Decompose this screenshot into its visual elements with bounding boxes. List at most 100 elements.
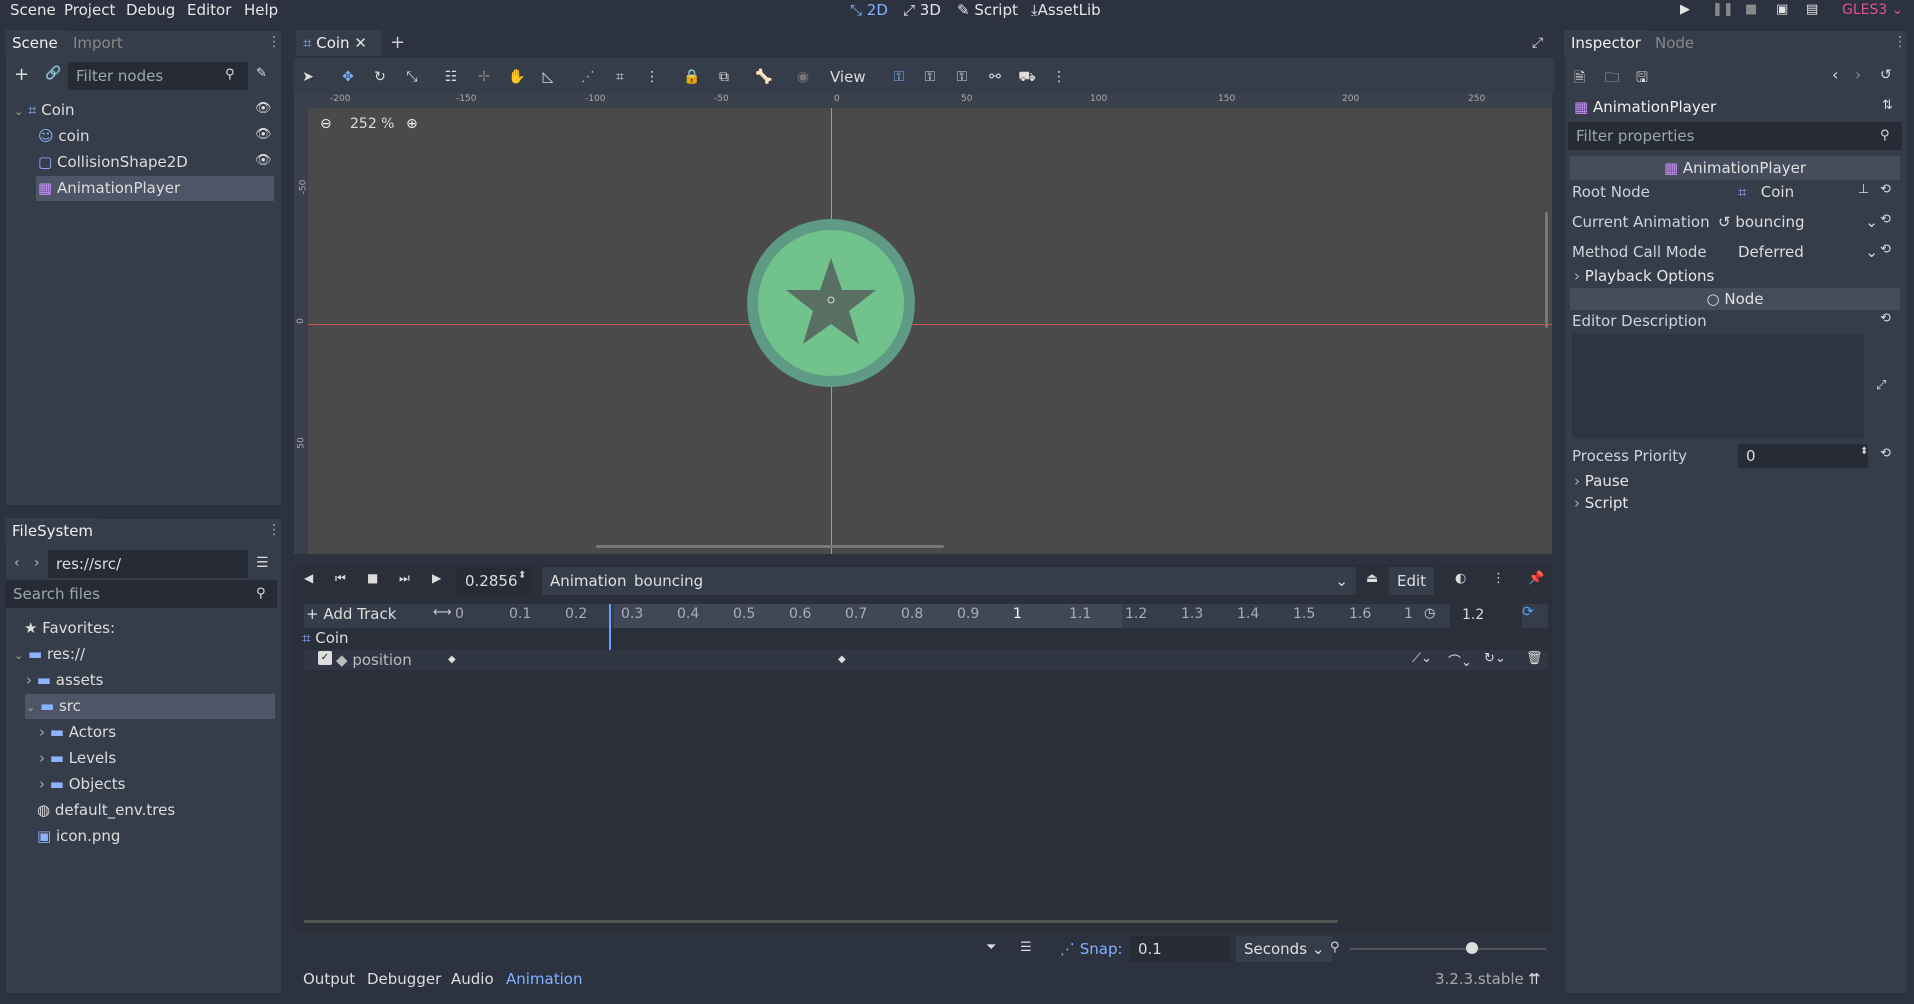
key-auto-icon[interactable]: ⛟	[1015, 65, 1039, 89]
fs-default-env[interactable]: ◍ default_env.tres	[37, 798, 175, 822]
play-backwards-start-icon[interactable]: ⏮	[335, 571, 346, 586]
update-mode-icon[interactable]: ⌒⌄	[1448, 651, 1472, 670]
visibility-eye-icon[interactable]: 👁	[255, 101, 272, 117]
group-tracks-icon[interactable]: ☰	[1020, 940, 1032, 955]
play-custom-scene-icon[interactable]: ▤	[1806, 0, 1818, 22]
tree-node-animationplayer[interactable]: ▦ AnimationPlayer	[38, 176, 180, 200]
slider-handle[interactable]	[1466, 942, 1478, 954]
snap-options-icon[interactable]: ⋮	[640, 65, 664, 89]
loop-icon[interactable]: ⟳	[1522, 604, 1534, 620]
script-attach-icon[interactable]: ✎	[256, 66, 267, 81]
fs-favorites[interactable]: ★ Favorites:	[24, 616, 115, 640]
view-menu[interactable]: View	[830, 65, 866, 89]
animation-length-input[interactable]: 1.2	[1450, 604, 1522, 628]
select-tool-icon[interactable]: ➤	[296, 65, 320, 89]
play-icon[interactable]: ▶	[432, 571, 441, 585]
interpolation-icon[interactable]: ⟋⌄	[1412, 651, 1432, 666]
history-forward-icon[interactable]: ›	[1855, 65, 1861, 84]
close-icon[interactable]: ✕	[354, 34, 367, 52]
fullscreen-icon[interactable]: ⤢	[1532, 35, 1543, 51]
list-select-icon[interactable]: ☷	[439, 65, 463, 89]
more-options-icon[interactable]: ⋮	[1492, 571, 1505, 586]
dock-menu-icon[interactable]: ⋮	[267, 522, 281, 538]
zoom-level[interactable]: 252 %	[350, 116, 394, 132]
ruler-tool-icon[interactable]: ◺	[536, 65, 560, 89]
loop-wrap-icon[interactable]: ↻⌄	[1484, 651, 1506, 666]
rotate-tool-icon[interactable]: ↻	[368, 65, 392, 89]
pin-icon[interactable]: 📌	[1528, 571, 1544, 586]
fs-src[interactable]: ⌄ ▬ src	[26, 694, 81, 718]
script-section[interactable]: › Script	[1574, 492, 1628, 514]
editor-description-textarea[interactable]	[1572, 334, 1864, 438]
play-scene-icon[interactable]: ▣	[1776, 0, 1788, 22]
fs-icon-png[interactable]: ▣ icon.png	[37, 824, 120, 848]
filter-icon[interactable]: ⏷	[986, 940, 996, 955]
tree-node-coin-root[interactable]: ⌄ ⌗ Coin	[14, 98, 75, 122]
tree-node-coin-sprite[interactable]: ☺ coin	[38, 124, 90, 148]
tab-output[interactable]: Output	[303, 967, 355, 991]
autoplay-icon[interactable]: ⏏	[1366, 571, 1378, 586]
menu-debug[interactable]: Debug	[126, 0, 175, 22]
track-enable-checkbox[interactable]: ✓	[318, 651, 332, 665]
method-call-mode-select[interactable]: Deferred ⌄	[1738, 240, 1878, 264]
scene-tab-coin[interactable]: ⌗ Coin ✕	[296, 30, 382, 56]
keyframe[interactable]: ◆	[838, 654, 846, 665]
play-start-icon[interactable]: ⏭	[399, 571, 410, 586]
animation-select[interactable]: bouncing ⌄	[626, 567, 1356, 595]
add-tab-icon[interactable]: +	[390, 32, 405, 53]
revert-icon[interactable]: ⟲	[1880, 446, 1891, 461]
assign-node-icon[interactable]: ⊥	[1858, 182, 1869, 197]
edit-button[interactable]: Edit	[1389, 567, 1435, 595]
history-icon[interactable]: ↺	[1880, 67, 1892, 83]
key-position-icon[interactable]: ⚿	[887, 65, 911, 89]
revert-icon[interactable]: ⟲	[1880, 242, 1891, 257]
timeline-scrollbar[interactable]	[304, 920, 1338, 923]
filter-properties-input[interactable]: Filter properties	[1568, 122, 1902, 150]
revert-icon[interactable]: ⟲	[1880, 182, 1891, 197]
filter-nodes-input[interactable]: Filter nodes	[68, 62, 248, 90]
lock-icon[interactable]: 🔒	[680, 65, 704, 89]
tab-audio[interactable]: Audio	[451, 967, 494, 991]
search-files-input[interactable]: Search files	[5, 580, 277, 608]
fs-assets[interactable]: › ▬ assets	[26, 668, 104, 692]
onion-skin-icon[interactable]: ◐	[1455, 571, 1466, 586]
coin-sprite[interactable]	[746, 218, 916, 388]
new-resource-icon[interactable]: 🗎	[1574, 67, 1585, 91]
track-row-position[interactable]	[304, 650, 1548, 670]
tab-import[interactable]: Import	[66, 30, 130, 56]
zoom-out-icon[interactable]: ⊖	[320, 116, 332, 132]
menu-help[interactable]: Help	[244, 0, 278, 22]
keyframe[interactable]: ◆	[448, 654, 456, 665]
tab-node[interactable]: Node	[1648, 30, 1701, 56]
current-animation-select[interactable]: ↺ bouncing ⌄	[1718, 210, 1878, 234]
menu-editor[interactable]: Editor	[187, 0, 231, 22]
dock-menu-icon[interactable]: ⋮	[1893, 34, 1907, 50]
fs-actors[interactable]: › ▬ Actors	[39, 720, 116, 744]
tab-inspector[interactable]: Inspector	[1564, 30, 1648, 56]
stop-icon[interactable]: ■	[1745, 0, 1757, 22]
snap-value-input[interactable]: 0.1	[1130, 936, 1230, 962]
zoom-in-icon[interactable]: ⊕	[406, 116, 418, 132]
play-icon[interactable]: ▶	[1680, 0, 1690, 22]
tab-debugger[interactable]: Debugger	[367, 967, 441, 991]
spinner-icon[interactable]: ⬍	[518, 570, 526, 581]
add-node-icon[interactable]: +	[14, 64, 29, 85]
play-backwards-icon[interactable]: ◀	[304, 571, 313, 585]
workspace-2d[interactable]: ⤡ 2D	[850, 0, 888, 22]
snap-toggle[interactable]: ⋰ Snap:	[1060, 938, 1123, 960]
tab-scene[interactable]: Scene	[5, 30, 65, 56]
menu-project[interactable]: Project	[64, 0, 115, 22]
back-icon[interactable]: ‹	[14, 555, 20, 571]
animation-menu-button[interactable]: Animation	[542, 567, 635, 595]
list-view-icon[interactable]: ☰	[256, 555, 269, 571]
key-scale-icon[interactable]: ⚿	[950, 65, 974, 89]
key-rotation-icon[interactable]: ⚿	[918, 65, 942, 89]
root-node-field[interactable]: ⌗ Coin	[1738, 180, 1870, 204]
object-properties-icon[interactable]: ⇅	[1882, 98, 1893, 113]
smart-snap-icon[interactable]: ⋰	[576, 65, 600, 89]
pause-section[interactable]: › Pause	[1574, 470, 1629, 492]
vertical-scrollbar[interactable]	[1545, 212, 1548, 328]
save-icon[interactable]: 🖫	[1636, 67, 1648, 91]
pan-tool-icon[interactable]: ✋	[505, 65, 529, 89]
tab-filesystem[interactable]: FileSystem	[5, 518, 101, 544]
